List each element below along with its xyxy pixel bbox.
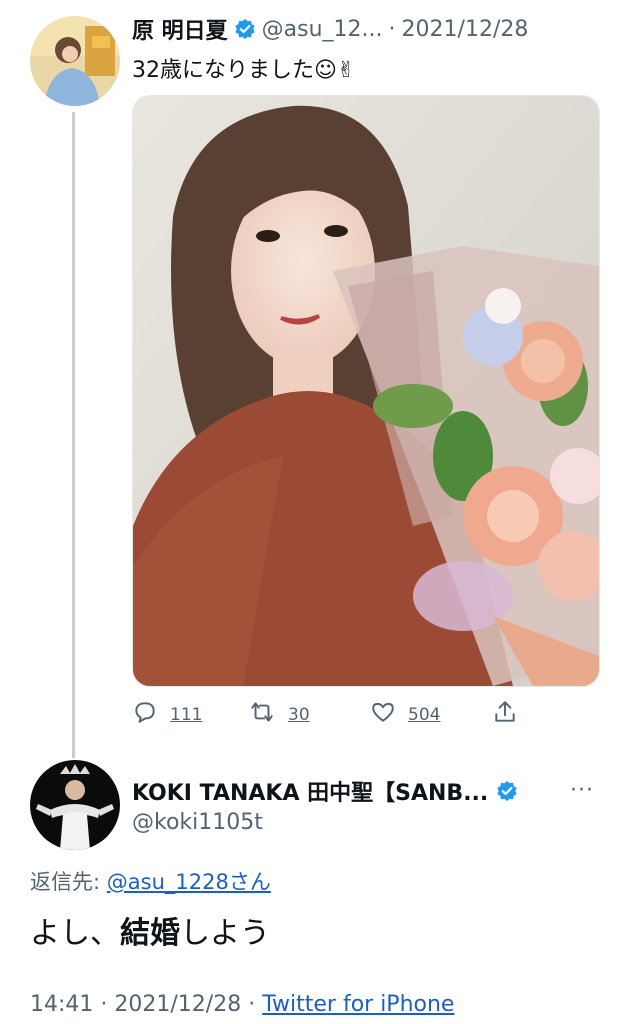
tweet-date[interactable]: 2021/12/28: [114, 992, 241, 1017]
share-icon: [492, 699, 518, 730]
reply-text-part: よし、: [30, 916, 120, 951]
reply-tweet-text: よし、結婚しよう: [30, 908, 270, 952]
like-icon: [370, 699, 396, 730]
like-button[interactable]: 504: [370, 699, 440, 730]
original-handle[interactable]: @asu_12...: [262, 17, 383, 42]
reply-text-part: しよう: [180, 916, 270, 951]
separator-dot: ·: [100, 992, 108, 1017]
thread-connector-line: [72, 112, 75, 758]
reply-text-bold: 結婚: [120, 916, 180, 951]
retweet-button[interactable]: 30: [248, 699, 310, 730]
original-display-name[interactable]: 原 明日夏: [132, 13, 228, 45]
separator-dot: ·: [388, 16, 396, 42]
reply-icon: [132, 699, 158, 730]
avatar-original-author[interactable]: [30, 16, 120, 106]
tweet-source-link[interactable]: Twitter for iPhone: [262, 992, 454, 1017]
reply-to-user-link[interactable]: @asu_1228さん: [107, 870, 271, 894]
more-icon[interactable]: ···: [570, 778, 594, 803]
original-date[interactable]: 2021/12/28: [402, 17, 529, 42]
reply-count: 111: [170, 704, 203, 725]
reply-to-line: 返信先: @asu_1228さん: [30, 866, 271, 896]
reply-to-prefix: 返信先:: [30, 870, 101, 894]
tweet-meta: 14:41 · 2021/12/28 · Twitter for iPhone: [30, 992, 454, 1017]
tweet-photo[interactable]: [132, 95, 600, 687]
tweet-action-bar: 111 30 504: [132, 699, 598, 727]
retweet-icon: [248, 699, 276, 730]
reply-display-name[interactable]: KOKI TANAKA 田中聖【SANB...: [132, 775, 488, 807]
avatar-reply-author[interactable]: [30, 760, 120, 850]
like-count: 504: [408, 704, 441, 725]
reply-button[interactable]: 111: [132, 699, 202, 730]
retweet-count: 30: [288, 704, 310, 725]
verified-badge-icon: [234, 18, 256, 40]
separator-dot: ·: [248, 992, 256, 1017]
verified-badge-icon: [496, 780, 518, 802]
share-button[interactable]: [492, 699, 518, 730]
original-tweet-text: 32歳になりました☺✌: [132, 58, 356, 83]
tweet-time[interactable]: 14:41: [30, 992, 93, 1017]
reply-handle[interactable]: @koki1105t: [132, 810, 263, 835]
